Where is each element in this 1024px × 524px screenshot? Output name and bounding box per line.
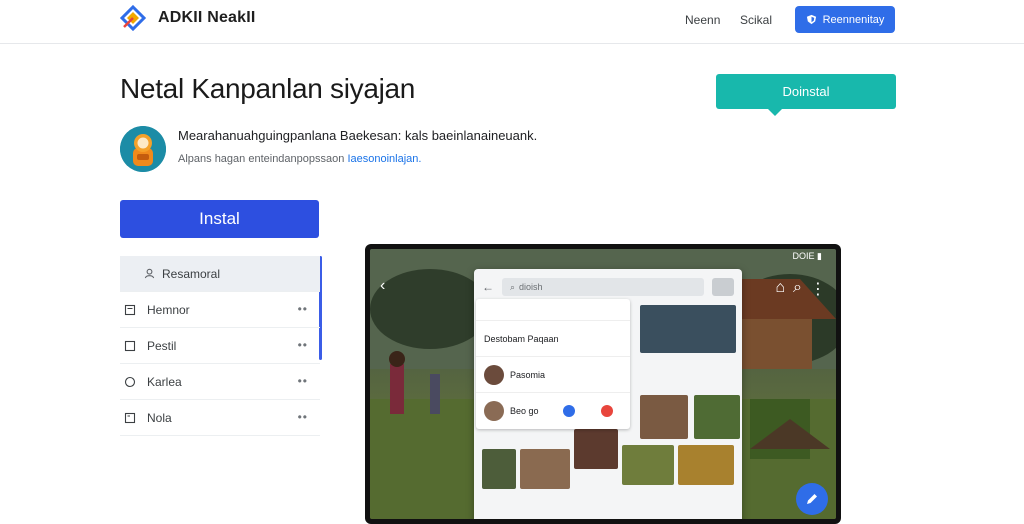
side-item-pestil[interactable]: Pestil ••: [120, 328, 320, 364]
astronaut-icon: [120, 126, 166, 172]
send-icon[interactable]: [562, 405, 575, 417]
message-title: Destobam Paqaan: [484, 333, 559, 344]
person-icon: [142, 267, 156, 281]
preview-actions: ⌂ ⌕ ⋮: [775, 279, 826, 299]
close-icon[interactable]: [712, 278, 734, 296]
avatar: [484, 364, 504, 385]
brand-name[interactable]: ADKII NeakII: [158, 9, 256, 27]
message-row[interactable]: Pasomia: [476, 357, 630, 393]
nav-link-1[interactable]: Neenn: [685, 13, 720, 27]
preview-screen: DOIE ▮ ‹ ⌂ ⌕ ⋮ ← ⌕ dioish Destobam Paqaa…: [370, 249, 836, 519]
subline-link[interactable]: Iaesonoinlajan.: [347, 153, 421, 165]
message-title: Pasomia: [510, 369, 546, 380]
message-row[interactable]: Beo go: [476, 393, 630, 429]
record-icon[interactable]: [600, 405, 613, 417]
side-item-label: Nola: [147, 410, 172, 425]
panel-search-input[interactable]: ⌕ dioish: [502, 278, 704, 296]
subline-text: Alpans hagan enteindanpopssaon: [178, 153, 345, 165]
document-icon: [123, 303, 137, 317]
message-card: Destobam Paqaan Pasomia Beo go: [476, 299, 630, 429]
gallery-panel: ← ⌕ dioish Destobam Paqaan Pasomia Beo g…: [474, 269, 742, 519]
message-row[interactable]: Destobam Paqaan: [476, 321, 630, 357]
top-header: ADKII NeakII Neenn Scikal Reennenitay: [0, 0, 1024, 44]
back-arrow-icon[interactable]: ‹: [380, 277, 385, 295]
search-icon: ⌕: [510, 281, 516, 292]
nav-link-2[interactable]: Scikal: [740, 13, 772, 27]
tablet-preview: DOIE ▮ ‹ ⌂ ⌕ ⋮ ← ⌕ dioish Destobam Paqaa…: [365, 244, 841, 524]
side-item-label: Resamoral: [162, 266, 221, 281]
side-item-label: Karlea: [147, 374, 182, 389]
more-icon[interactable]: ••: [298, 410, 308, 424]
side-item-nola[interactable]: Nola ••: [120, 400, 320, 436]
side-item-hemnor[interactable]: Hemnor ••: [120, 292, 320, 328]
page-title: Netal Kanpanlan siyajan: [120, 73, 416, 104]
install-button[interactable]: Instal: [120, 200, 319, 238]
panel-search-text: dioish: [519, 282, 543, 292]
more-icon[interactable]: ••: [298, 374, 308, 388]
back-icon[interactable]: ←: [482, 280, 494, 294]
more-icon[interactable]: ••: [298, 338, 308, 352]
menu-dots-icon[interactable]: ⋮: [810, 279, 826, 299]
panel-toolbar: ← ⌕ dioish: [482, 277, 734, 297]
logo-icon[interactable]: [120, 5, 146, 31]
square-icon: [123, 339, 137, 353]
side-item-karlea[interactable]: Karlea ••: [120, 364, 320, 400]
circle-icon: [123, 375, 137, 389]
search-icon[interactable]: ⌕: [793, 279, 802, 299]
photo-thumbnail[interactable]: [694, 395, 740, 439]
side-menu: Resamoral Hemnor •• Pestil •• Karlea •• …: [120, 256, 322, 436]
more-icon[interactable]: ••: [298, 302, 308, 316]
photo-thumbnail[interactable]: [574, 429, 618, 469]
avatar: [484, 401, 504, 421]
header-action-label: Reennenitay: [822, 13, 885, 26]
edit-fab[interactable]: [796, 483, 828, 515]
photo-thumbnail[interactable]: [622, 445, 674, 485]
status-text: DOIE: [792, 251, 815, 261]
photo-thumbnail[interactable]: [678, 445, 734, 485]
photo-thumbnail[interactable]: [482, 449, 516, 489]
status-bar: DOIE ▮: [792, 251, 822, 261]
message-title: Beo go: [510, 406, 539, 416]
photo-thumbnail[interactable]: [640, 395, 688, 439]
side-item-resamoral[interactable]: Resamoral: [120, 256, 320, 292]
shield-icon: [806, 14, 816, 25]
app-description: Mearahanuahguingpanlana Baekesan: kals b…: [178, 128, 538, 143]
tooltip-callout[interactable]: Doinstal: [716, 74, 896, 116]
header-action-button[interactable]: Reennenitay: [795, 6, 895, 33]
app-subline: Alpans hagan enteindanpopssaon Iaesonoin…: [178, 153, 421, 165]
pencil-icon: [807, 494, 817, 504]
message-row[interactable]: [476, 299, 630, 321]
note-icon: [123, 411, 137, 425]
side-item-label: Pestil: [147, 338, 177, 353]
photo-thumbnail[interactable]: [520, 449, 570, 489]
app-icon: [120, 126, 166, 172]
side-item-label: Hemnor: [147, 302, 190, 317]
home-icon[interactable]: ⌂: [775, 279, 785, 299]
photo-thumbnail[interactable]: [640, 305, 736, 353]
